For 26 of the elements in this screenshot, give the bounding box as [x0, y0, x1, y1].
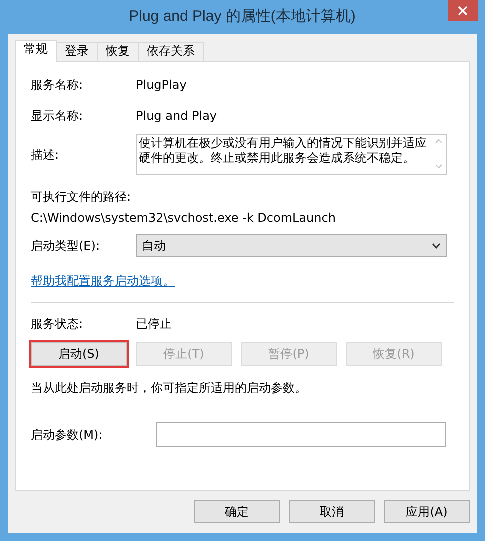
status-value: 已停止: [136, 316, 172, 333]
field-label: 启动类型(E):: [31, 238, 101, 254]
field-label: 服务名称:: [31, 77, 84, 94]
help-link[interactable]: 帮助我配置服务启动选项。: [31, 272, 175, 290]
chevron-down-icon: [432, 242, 441, 248]
dialog-button[interactable]: 应用(A): [384, 500, 470, 523]
startup-type-dropdown[interactable]: 自动: [136, 234, 447, 257]
note-text: 当从此处启动服务时，你可指定所适用的启动参数。: [31, 380, 308, 397]
tab[interactable]: 常规: [15, 40, 57, 62]
field-value: Plug and Play: [136, 108, 218, 125]
field-label: 启动参数(M):: [31, 426, 104, 444]
close-icon: [458, 6, 468, 16]
path-text: C:\Windows\system32\svchost.exe -k DcomLaunch: [31, 210, 337, 227]
field-label: 描述:: [31, 146, 60, 164]
service-button[interactable]: 启动(S): [31, 342, 127, 366]
field-value: PlugPlay: [136, 77, 187, 94]
tab[interactable]: 依存关系: [138, 42, 204, 61]
field-label: 服务状态:: [31, 316, 84, 333]
field-label: 可执行文件的路径:: [31, 189, 132, 206]
dialog-button[interactable]: 确定: [194, 500, 280, 523]
window-title: Plug and Play 的属性(本地计算机): [129, 6, 356, 27]
description-text: 使计算机在极少或没有用户输入的情况下能识别并适应硬件的更改。终止或禁用此服务会造成系统不稳定。: [139, 136, 428, 167]
start-parameters-field[interactable]: [156, 422, 446, 447]
dialog-button[interactable]: 取消: [289, 500, 375, 523]
close-button[interactable]: [448, 0, 478, 21]
field-label: 显示名称:: [31, 108, 84, 125]
